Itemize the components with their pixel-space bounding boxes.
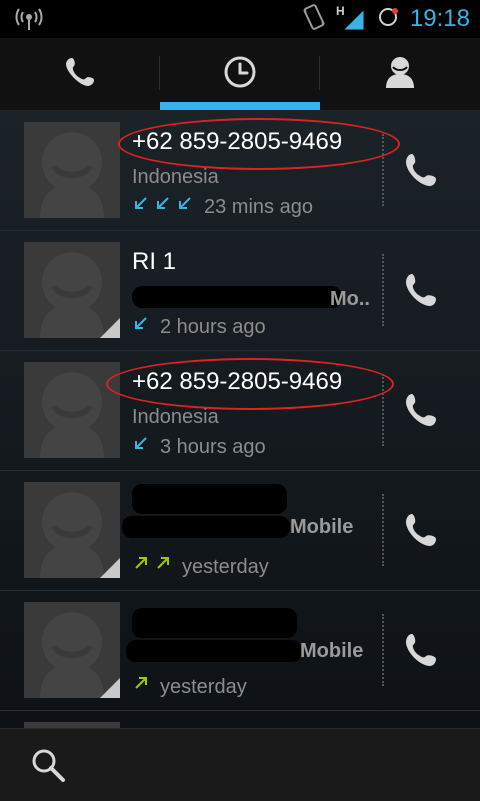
status-bar: H 19:18 [0,0,480,38]
call-button[interactable] [398,266,446,314]
call-time: 23 mins ago [204,195,313,218]
redaction-scribble [122,516,290,538]
call-separator [382,134,384,206]
search-button[interactable] [30,747,66,783]
call-separator [382,614,384,686]
avatar [24,482,120,578]
avatar [24,362,120,458]
wifi-hotspot-icon [14,8,44,30]
call-separator [382,374,384,446]
call-meta: yesterday [132,674,247,700]
call-log-row[interactable]: Mobile yesterday [0,470,480,591]
call-log-row-partial[interactable] [0,710,480,728]
call-meta: 3 hours ago [132,434,266,460]
redaction-scribble [132,286,342,308]
contact-label: Mobile [300,640,364,662]
call-button[interactable] [398,506,446,554]
caller-location: Indonesia [132,406,219,428]
phone-icon [398,394,446,438]
contact-label: Mobile [290,516,354,538]
phone-icon [398,274,446,318]
caller-number: +62 859-2805-9469 [132,128,343,155]
redaction-scribble [132,484,287,514]
call-meta: 2 hours ago [132,314,266,340]
contact-label: Mo.. [330,288,370,310]
call-meta: 23 mins ago [132,194,313,220]
clock-icon [222,54,258,95]
call-time: yesterday [160,675,247,698]
phone-icon [398,514,446,558]
call-meta: yesterday [132,554,269,580]
incoming-call-icon [132,314,154,340]
outgoing-call-icon [132,674,154,700]
tab-contacts[interactable] [320,38,480,110]
tab-bar [0,38,480,111]
search-icon [30,749,66,787]
active-tab-indicator [160,102,320,110]
outgoing-call-icon [132,554,176,580]
call-time: 2 hours ago [160,315,266,338]
vibrate-icon [302,3,326,35]
call-log-row[interactable]: +62 859-2805-9469 Indonesia 3 hours ago [0,350,480,471]
call-button[interactable] [398,626,446,674]
phone-icon [62,54,98,95]
call-log-list: +62 859-2805-9469 Indonesia 23 mins ago [0,110,480,728]
call-time: 3 hours ago [160,435,266,458]
call-button[interactable] [398,146,446,194]
avatar [24,242,120,338]
tab-phone[interactable] [0,38,160,110]
redaction-scribble [126,640,302,662]
call-button[interactable] [398,386,446,434]
contact-name: RI 1 [132,248,177,275]
phone-icon [398,154,446,198]
call-separator [382,254,384,326]
call-log-row[interactable]: Mobile yesterday [0,590,480,711]
caller-location: Indonesia [132,166,219,188]
caller-number: +62 859-2805-9469 [132,368,343,395]
call-time: yesterday [182,555,269,578]
clock: 19:18 [409,5,470,32]
sync-icon [376,5,400,34]
status-right: H 19:18 [302,3,470,35]
phone-icon [398,634,446,678]
tab-recent[interactable] [160,38,320,110]
bottom-action-bar [0,728,480,801]
call-log-row[interactable]: +62 859-2805-9469 Indonesia 23 mins ago [0,110,480,231]
redaction-scribble [132,608,297,638]
contacts-icon [380,52,420,97]
call-log-row[interactable]: RI 1 Mo.. 2 hours ago [0,230,480,351]
incoming-call-icon [132,434,154,460]
signal-icon: H [336,4,366,32]
incoming-call-icon [132,194,198,220]
avatar [24,602,120,698]
avatar [24,122,120,218]
call-separator [382,494,384,566]
